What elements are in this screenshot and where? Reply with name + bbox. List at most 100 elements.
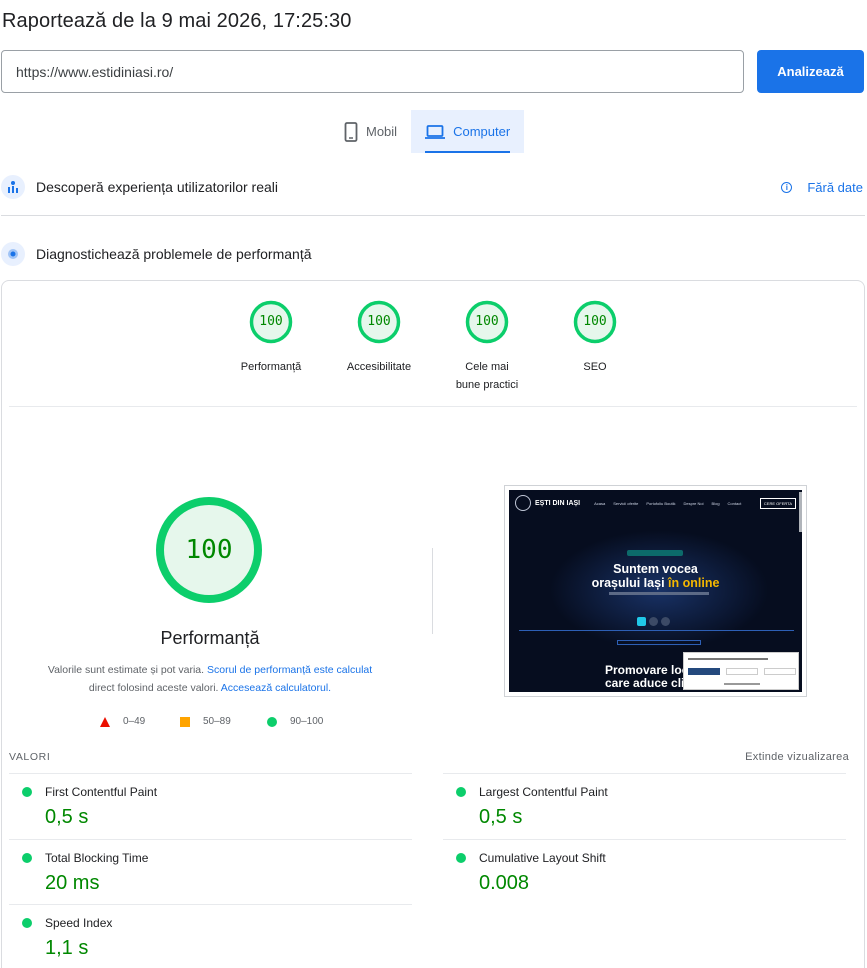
- metric-tbt-value: 20 ms: [45, 872, 100, 894]
- screenshot-menu-item: Servicii oferite: [613, 500, 639, 506]
- metric-si: Speed Index 1,1 s: [9, 904, 412, 968]
- laptop-icon: [425, 124, 446, 139]
- metric-si-value: 1,1 s: [45, 937, 89, 959]
- legend-bad: 0–49: [100, 716, 145, 727]
- metric-fcp: First Contentful Paint 0,5 s: [9, 773, 412, 839]
- circle-icon: [267, 716, 277, 727]
- gauge-performance[interactable]: 100 Performanță: [221, 300, 321, 376]
- metric-cls: Cumulative Layout Shift 0.008: [443, 839, 846, 905]
- screenshot-headline-3: Promovare loc: [605, 663, 689, 677]
- triangle-icon: [100, 716, 110, 727]
- tab-mobile-label: Mobil: [366, 124, 398, 139]
- gauges-divider: [9, 406, 857, 407]
- vertical-divider: [432, 548, 433, 634]
- performance-score: 100: [185, 535, 233, 565]
- screenshot-headline-2a: orașului Iași: [591, 576, 669, 590]
- square-icon: [180, 716, 190, 727]
- screenshot-menu-item: Portofoliu Boutik: [646, 500, 676, 506]
- screenshot-scrollbar: [799, 492, 802, 532]
- screenshot-headline-1: Suntem vocea: [613, 562, 698, 576]
- screenshot-page: EȘTI DIN IAȘI Acasa Servicii oferite Por…: [509, 490, 802, 692]
- screenshot-menu-item: Blog: [711, 500, 720, 506]
- phone-icon: [344, 121, 358, 142]
- screenshot-menu-item: Despre Noi: [683, 500, 704, 506]
- screenshot-tag: [617, 640, 701, 645]
- gauge-performance-label: Performanță: [240, 361, 302, 373]
- gauge-seo-label: SEO: [583, 361, 607, 373]
- screenshot-subline: [609, 592, 709, 595]
- metrics-header: VALORI: [9, 751, 51, 763]
- screenshot-badge: [627, 550, 683, 556]
- url-input[interactable]: [1, 50, 744, 93]
- calculator-link[interactable]: Accesează calculatorul.: [221, 682, 331, 694]
- gauge-performance-score: 100: [259, 314, 283, 329]
- performance-gauge: 100: [155, 496, 263, 604]
- metric-fcp-name: First Contentful Paint: [45, 785, 158, 799]
- expand-view-toggle[interactable]: Extinde vizualizarea: [745, 751, 849, 763]
- gauge-accessibility-label: Accesibilitate: [346, 361, 412, 373]
- screenshot-menu-item: Acasa: [594, 500, 606, 506]
- screenshot-cookie-banner: [683, 652, 799, 690]
- good-circle-icon: [456, 853, 466, 863]
- no-data-label: Fără date: [807, 179, 863, 195]
- report-title: Raportează de la 9 mai 2026, 17:25:30: [2, 10, 352, 32]
- good-circle-icon: [22, 918, 32, 928]
- screenshot-menu: Acasa Servicii oferite Portofoliu Boutik…: [594, 501, 741, 506]
- diagnose-section: Diagnostichează problemele de performanț…: [0, 242, 867, 266]
- gauge-best-practices[interactable]: 100 Cele mai bune practici: [437, 300, 537, 394]
- gauge-best-practices-score: 100: [475, 314, 499, 329]
- metric-cls-name: Cumulative Layout Shift: [479, 851, 606, 865]
- tab-computer[interactable]: Computer: [411, 110, 525, 153]
- metric-lcp: Largest Contentful Paint 0,5 s: [443, 773, 846, 839]
- legend-good: 90–100: [267, 716, 323, 727]
- screenshot-headline-4: care aduce cli: [605, 676, 685, 690]
- screenshot-menu-item: Contact: [727, 500, 742, 506]
- gauge-seo-score: 100: [583, 314, 607, 329]
- screenshot-line: [519, 630, 794, 631]
- analyze-button[interactable]: Analizează: [757, 50, 864, 93]
- info-icon: i: [781, 181, 793, 193]
- metric-si-name: Speed Index: [45, 916, 113, 930]
- device-tabs: Mobil Computer: [330, 110, 525, 153]
- lighthouse-icon: [1, 242, 25, 266]
- screenshot-nav: EȘTI DIN IAȘI Acasa Servicii oferite Por…: [509, 490, 802, 516]
- users-chart-icon: [1, 175, 25, 199]
- screenshot-brand: EȘTI DIN IAȘI: [535, 499, 581, 507]
- good-circle-icon: [22, 787, 32, 797]
- legend-average-label: 50–89: [203, 716, 231, 727]
- metric-fcp-value: 0,5 s: [45, 806, 89, 828]
- metric-tbt: Total Blocking Time 20 ms: [9, 839, 412, 905]
- crux-section: Descoperă experiența utilizatorilor real…: [0, 175, 867, 199]
- score-calculated-link[interactable]: Scorul de performanță este calculat: [207, 664, 372, 676]
- estimate-note-middle: direct folosind aceste valori.: [88, 682, 221, 694]
- estimate-note: Valorile sunt estimate și pot varia. Sco…: [30, 661, 390, 697]
- tab-computer-label: Computer: [453, 124, 511, 139]
- tab-mobile[interactable]: Mobil: [330, 110, 411, 153]
- metric-tbt-name: Total Blocking Time: [45, 851, 149, 865]
- screenshot-dots: [637, 617, 670, 626]
- section-divider: [1, 215, 865, 216]
- gauge-accessibility-score: 100: [367, 314, 391, 329]
- screenshot-headline-lower: Promovare loc care aduce cli: [605, 664, 688, 690]
- no-data-link[interactable]: i Fără date: [781, 180, 863, 195]
- metric-lcp-value: 0,5 s: [479, 806, 523, 828]
- final-screenshot[interactable]: EȘTI DIN IAȘI Acasa Servicii oferite Por…: [504, 485, 807, 697]
- metric-cls-value: 0.008: [479, 872, 530, 894]
- gauge-best-practices-label: Cele mai bune practici: [455, 361, 519, 391]
- gauge-seo[interactable]: 100 SEO: [545, 300, 645, 376]
- estimate-note-prefix: Valorile sunt estimate și pot varia.: [47, 664, 207, 676]
- performance-label: Performanță: [160, 628, 260, 648]
- screenshot-headline: Suntem vocea orașului Iași în online: [509, 562, 802, 590]
- legend-average: 50–89: [180, 716, 231, 727]
- metric-lcp-name: Largest Contentful Paint: [479, 785, 608, 799]
- good-circle-icon: [22, 853, 32, 863]
- diagnose-title: Diagnostichează problemele de performanț…: [36, 246, 312, 262]
- legend-bad-label: 0–49: [123, 716, 146, 727]
- screenshot-glow: [549, 530, 769, 650]
- screenshot-cta: CERE OFERTA: [759, 497, 796, 509]
- good-circle-icon: [456, 787, 466, 797]
- legend-good-label: 90–100: [290, 716, 324, 727]
- screenshot-logo-icon: [515, 495, 531, 511]
- gauge-accessibility[interactable]: 100 Accesibilitate: [329, 300, 429, 376]
- crux-title: Descoperă experiența utilizatorilor real…: [36, 179, 279, 195]
